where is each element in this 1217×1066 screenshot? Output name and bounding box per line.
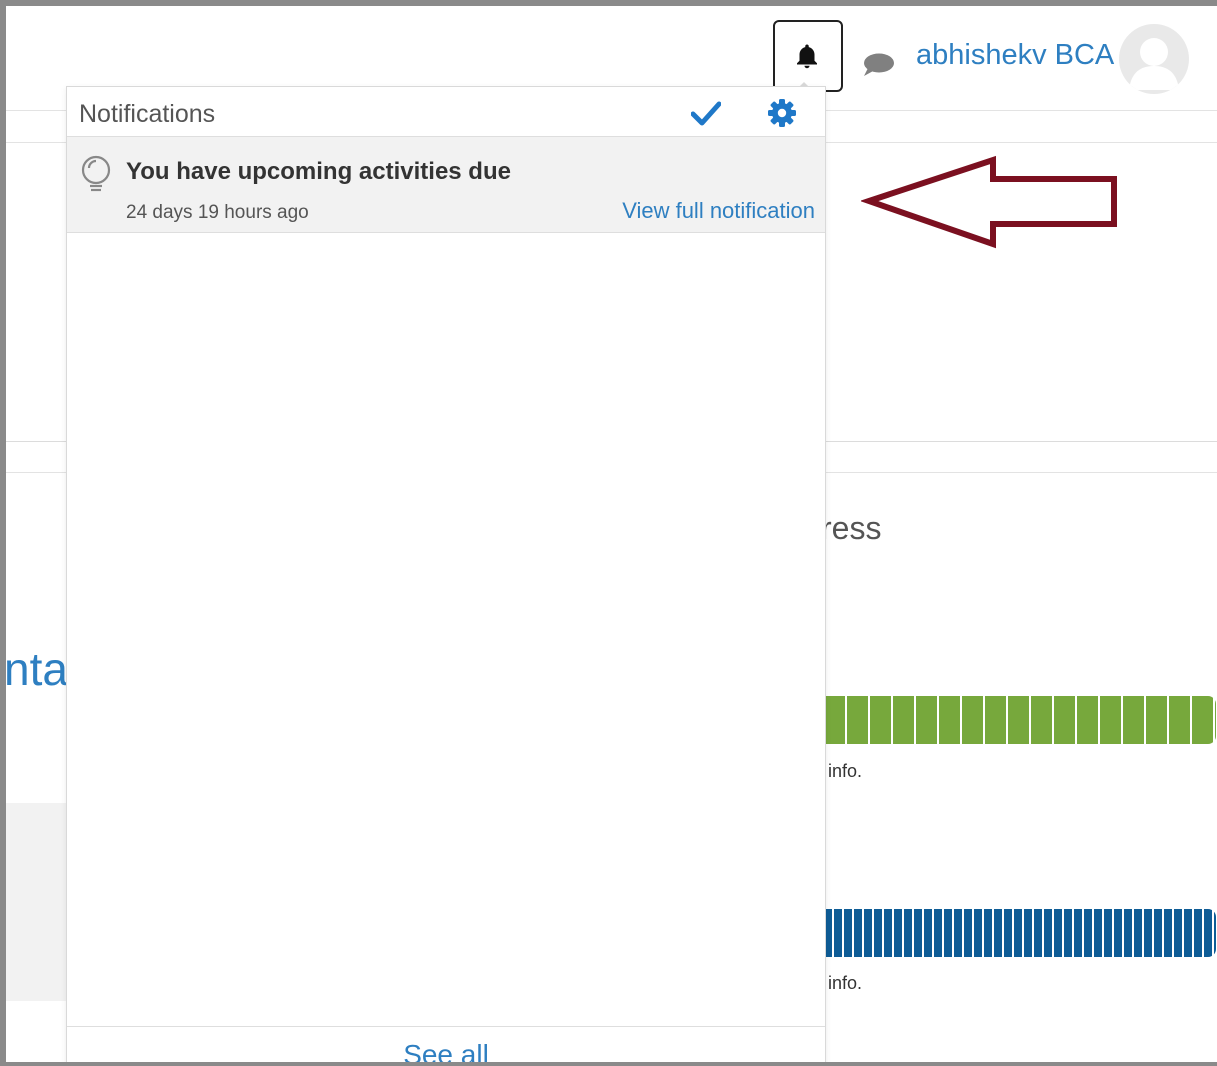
notification-text: You have upcoming activities due — [126, 158, 511, 185]
gear-icon[interactable] — [767, 98, 797, 128]
bell-icon — [797, 44, 817, 69]
browser-frame: abhishekv BCA ress nta info. info. Notif… — [6, 6, 1217, 1062]
user-name-link[interactable]: abhishekv BCA — [916, 39, 1114, 72]
progress-info-text: info. — [828, 761, 863, 781]
notification-item[interactable]: You have upcoming activities due 24 days… — [67, 137, 825, 233]
user-avatar[interactable] — [1119, 24, 1189, 94]
popover-title: Notifications — [79, 100, 216, 128]
notifications-popover: Notifications You have upcoming activiti… — [66, 86, 826, 1062]
check-icon[interactable] — [691, 100, 721, 126]
notification-timestamp: 24 days 19 hours ago — [126, 202, 309, 223]
popover-header: Notifications — [67, 87, 825, 137]
background-heading-fragment: nta — [6, 643, 68, 695]
view-full-notification-link[interactable]: View full notification — [622, 198, 815, 224]
annotation-arrow — [861, 155, 1117, 249]
see-all-link[interactable]: See all — [67, 1039, 825, 1062]
course-progress-heading: ress — [821, 510, 882, 546]
progress-info-text: info. — [828, 973, 863, 993]
progress-bar-green[interactable] — [824, 696, 1216, 744]
popover-footer: See all — [67, 1026, 825, 1062]
lightbulb-icon — [81, 155, 111, 192]
background-panel — [6, 803, 68, 1001]
speech-bubble-icon[interactable] — [861, 52, 895, 78]
progress-bar-blue[interactable] — [824, 909, 1216, 957]
